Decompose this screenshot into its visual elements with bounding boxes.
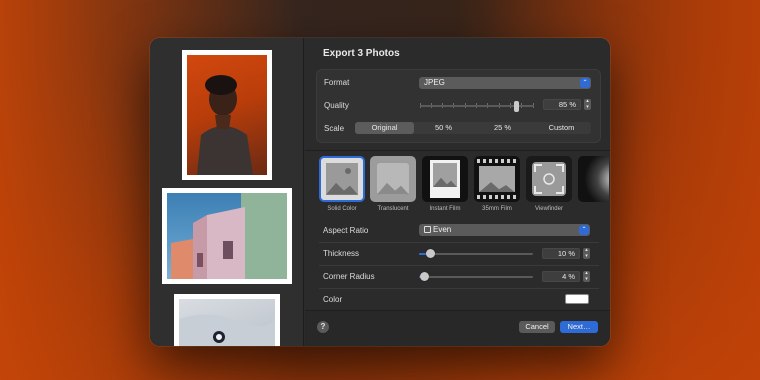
portrait-photo-image [197,75,253,175]
border-style-picker: Solid Color Translucent Instant Film 35m… [319,156,609,218]
snow-photo-image [179,314,275,346]
scale-option-custom[interactable]: Custom [532,122,591,134]
border-style-label: Instant Film [429,206,461,212]
aspect-ratio-value: Even [433,225,452,234]
corner-radius-label: Corner Radius [323,272,375,281]
export-dialog: Export 3 Photos Format JPEG ⌃ Quality 85… [150,38,610,346]
popup-arrows-icon: ⌃ [580,78,590,88]
thickness-slider[interactable] [419,249,533,258]
border-style-label: 35mm Film [482,206,512,212]
border-style-translucent[interactable]: Translucent [370,156,416,212]
color-well[interactable] [565,294,589,304]
cancel-button[interactable]: Cancel [519,321,555,333]
border-style-more[interactable] [578,156,609,202]
preview-photo-snow[interactable] [174,294,280,346]
scale-option-25[interactable]: 25 % [473,122,532,134]
instant-film-thumbnail [422,156,468,202]
border-style-solid-color[interactable]: Solid Color [319,156,365,212]
border-style-label: Viewfinder [535,206,563,212]
mountain-icon [479,181,515,192]
border-style-viewfinder[interactable]: Viewfinder [526,156,572,212]
viewfinder-thumbnail [526,156,572,202]
corner-radius-slider[interactable] [419,272,533,281]
row-separator [319,288,599,289]
quality-label: Quality [324,101,349,110]
scale-option-original[interactable]: Original [355,122,414,134]
preview-photo-building[interactable] [162,188,292,284]
format-value: JPEG [424,78,445,87]
thickness-stepper[interactable]: ▴ ▾ [583,247,590,259]
row-separator [319,242,599,243]
dialog-footer: ? Cancel Next… [305,310,610,346]
quality-slider-knob[interactable] [514,101,519,112]
format-label: Format [324,78,350,87]
border-style-instant-film[interactable]: Instant Film [422,156,468,212]
next-button[interactable]: Next… [560,321,598,333]
corner-radius-stepper[interactable]: ▴ ▾ [583,270,590,282]
scale-label: Scale [324,124,345,133]
popup-arrows-icon: ⌃ [579,225,589,235]
format-popup[interactable]: JPEG ⌃ [419,77,591,89]
thickness-label: Thickness [323,249,360,258]
thickness-value-field[interactable]: 10 % [542,248,580,259]
corner-radius-slider-knob[interactable] [420,272,429,281]
photo-preview-list[interactable] [150,38,304,346]
dialog-title: Export 3 Photos [323,48,400,59]
square-icon [424,226,431,233]
row-separator [319,265,599,266]
more-style-thumbnail [578,156,609,202]
quality-value-field[interactable]: 85 % [543,99,581,110]
mountain-icon [433,177,457,187]
mountain-icon [377,183,409,195]
export-settings-panel: Export 3 Photos Format JPEG ⌃ Quality 85… [305,38,610,346]
corner-radius-value-field[interactable]: 4 % [542,271,580,282]
scale-option-50[interactable]: 50 % [414,122,473,134]
aspect-ratio-popup-visible[interactable]: Even ⌃ [419,224,590,236]
building-photo-image [171,193,287,279]
border-style-label: Translucent [377,206,409,212]
border-style-label: Solid Color [327,206,357,212]
quality-slider[interactable] [420,101,534,112]
scale-segmented-control: Original 50 % 25 % Custom [355,122,591,134]
help-button[interactable]: ? [317,321,329,333]
aspect-ratio-label: Aspect Ratio [323,226,369,235]
color-label: Color [323,295,343,304]
sun-icon [345,168,351,174]
35mm-film-thumbnail [474,156,520,202]
viewfinder-icon [534,164,564,194]
preview-photo-portrait[interactable] [182,50,272,180]
translucent-thumbnail [370,156,416,202]
thickness-slider-knob[interactable] [426,249,435,258]
solid-color-thumbnail [319,156,365,202]
quality-stepper[interactable]: ▴ ▾ [584,98,591,110]
format-settings-group: Format JPEG ⌃ Quality 85 % ▴ ▾ Scale Ori… [316,69,601,143]
border-style-35mm-film[interactable]: 35mm Film [474,156,520,212]
section-divider [305,150,610,151]
mountain-icon [326,183,358,195]
